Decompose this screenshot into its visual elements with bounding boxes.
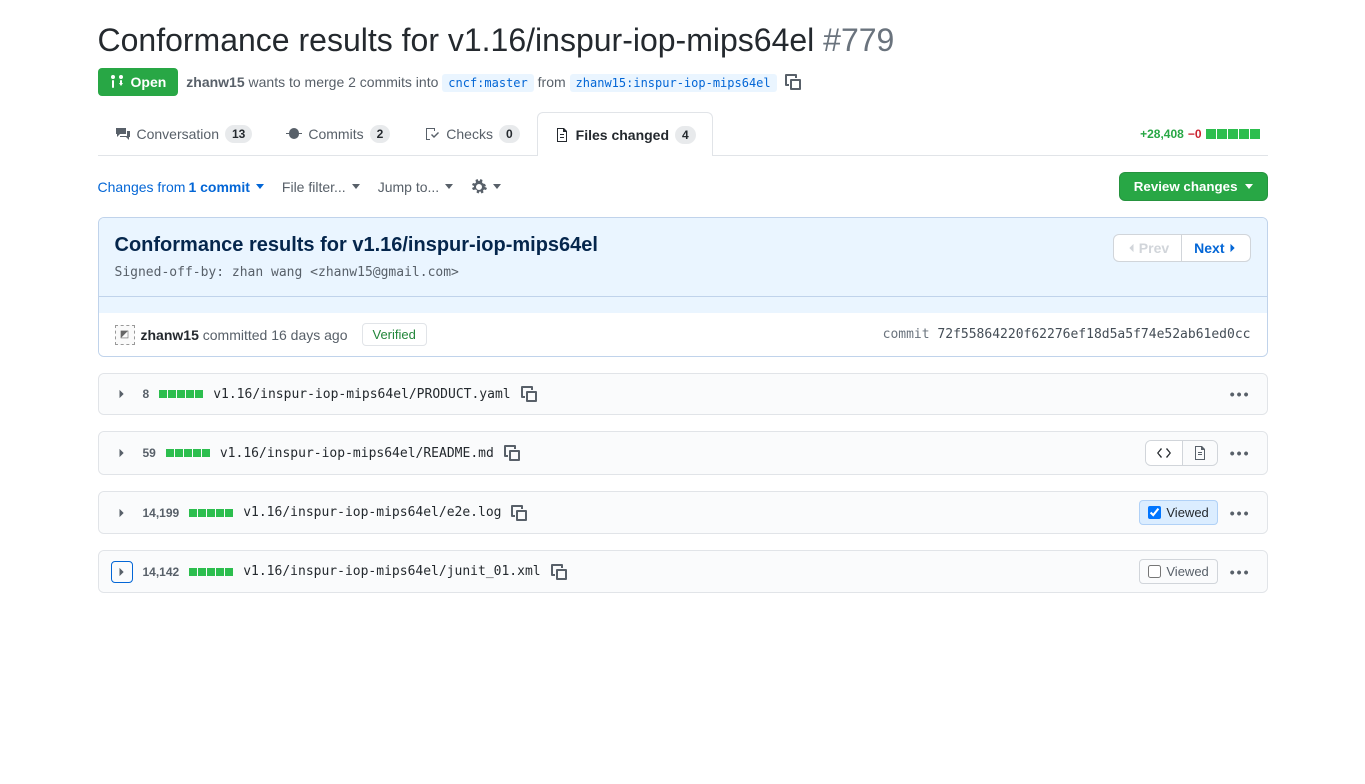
gear-icon xyxy=(471,179,487,195)
commit-body: Signed-off-by: zhan wang <zhanw15@gmail.… xyxy=(115,265,598,280)
viewed-toggle[interactable]: Viewed xyxy=(1139,559,1217,584)
pr-title-text: Conformance results for v1.16/inspur-iop… xyxy=(98,22,815,58)
avatar[interactable]: ◩ xyxy=(115,325,135,345)
copy-path-icon[interactable] xyxy=(551,564,567,580)
tab-files-changed[interactable]: Files changed 4 xyxy=(537,112,713,156)
pr-state-text: Open xyxy=(131,74,167,90)
file-path[interactable]: v1.16/inspur-iop-mips64el/PRODUCT.yaml xyxy=(213,387,510,402)
chevron-right-icon xyxy=(117,389,127,399)
file-actions-menu[interactable]: ••• xyxy=(1226,501,1255,525)
jump-to-dropdown[interactable]: Jump to... xyxy=(378,179,453,195)
deletions-count: −0 xyxy=(1188,127,1202,141)
file-actions-menu[interactable]: ••• xyxy=(1226,382,1255,406)
commit-nav: Prev Next xyxy=(1113,234,1251,262)
chevron-right-icon xyxy=(117,567,127,577)
copy-icon[interactable] xyxy=(785,74,801,90)
chevron-down-icon xyxy=(352,184,360,189)
commit-author-link[interactable]: zhanw15 xyxy=(141,327,199,343)
file-filter-dropdown[interactable]: File filter... xyxy=(282,179,360,195)
expand-file-button[interactable] xyxy=(111,561,133,583)
chevron-down-icon xyxy=(445,184,453,189)
commit-title: Conformance results for v1.16/inspur-iop… xyxy=(115,234,598,257)
file-box: 8 v1.16/inspur-iop-mips64el/PRODUCT.yaml •… xyxy=(98,373,1268,415)
pr-number: #779 xyxy=(823,22,894,58)
diff-blocks xyxy=(189,509,233,517)
file-icon xyxy=(1193,445,1207,461)
tab-checks[interactable]: Checks 0 xyxy=(407,112,536,155)
expand-file-button[interactable] xyxy=(111,502,133,524)
pr-title: Conformance results for v1.16/inspur-iop… xyxy=(98,20,1268,60)
head-branch[interactable]: zhanw15:inspur-iop-mips64el xyxy=(570,74,777,92)
chevron-right-icon xyxy=(117,448,127,458)
git-commit-icon xyxy=(286,126,302,142)
comment-discussion-icon xyxy=(115,126,131,142)
verified-badge[interactable]: Verified xyxy=(362,323,427,346)
changes-from-dropdown[interactable]: Changes from 1 commit xyxy=(98,179,264,195)
diff-stats: +28,408 −0 xyxy=(1140,127,1267,141)
expand-file-button[interactable] xyxy=(111,442,133,464)
diff-settings-dropdown[interactable] xyxy=(471,179,501,195)
chevron-right-icon xyxy=(1228,243,1238,253)
file-diff-icon xyxy=(554,127,570,143)
tab-conversation[interactable]: Conversation 13 xyxy=(98,112,270,155)
chevron-down-icon xyxy=(1245,184,1253,189)
pr-tabs: Conversation 13 Commits 2 Checks 0 Files… xyxy=(98,112,713,155)
file-change-count: 14,142 xyxy=(143,565,180,579)
file-path[interactable]: v1.16/inspur-iop-mips64el/junit_01.xml xyxy=(243,564,540,579)
viewed-checkbox[interactable] xyxy=(1148,506,1161,519)
chevron-down-icon xyxy=(493,184,501,189)
file-actions-menu[interactable]: ••• xyxy=(1226,441,1255,465)
viewed-checkbox[interactable] xyxy=(1148,565,1161,578)
viewed-toggle[interactable]: Viewed xyxy=(1139,500,1217,525)
copy-path-icon[interactable] xyxy=(511,505,527,521)
additions-count: +28,408 xyxy=(1140,127,1184,141)
diff-blocks xyxy=(159,390,203,398)
diff-blocks xyxy=(166,449,210,457)
diff-heat-blocks xyxy=(1206,129,1260,139)
display-mode-toggle xyxy=(1145,440,1218,466)
files-count: 4 xyxy=(675,126,696,144)
tab-commits[interactable]: Commits 2 xyxy=(269,112,407,155)
commit-author-line: zhanw15 committed 16 days ago xyxy=(141,327,348,343)
git-pull-request-icon xyxy=(110,74,126,90)
file-header: 14,199 v1.16/inspur-iop-mips64el/e2e.log V… xyxy=(99,492,1267,533)
code-icon xyxy=(1156,446,1172,460)
file-change-count: 8 xyxy=(143,387,150,401)
chevron-down-icon xyxy=(256,184,264,189)
file-box: 59 v1.16/inspur-iop-mips64el/README.md ••• xyxy=(98,431,1268,475)
file-box: 14,142 v1.16/inspur-iop-mips64el/junit_01… xyxy=(98,550,1268,593)
chevron-left-icon xyxy=(1126,243,1136,253)
commits-count: 2 xyxy=(370,125,391,143)
review-changes-button[interactable]: Review changes xyxy=(1119,172,1268,201)
copy-path-icon[interactable] xyxy=(504,445,520,461)
file-change-count: 59 xyxy=(143,446,156,460)
source-view-button[interactable] xyxy=(1146,441,1183,465)
conversation-count: 13 xyxy=(225,125,252,143)
checklist-icon xyxy=(424,126,440,142)
pr-meta: Open zhanw15 wants to merge 2 commits in… xyxy=(98,68,1268,96)
pr-merge-summary: zhanw15 wants to merge 2 commits into cn… xyxy=(186,74,776,90)
file-header: 14,142 v1.16/inspur-iop-mips64el/junit_01… xyxy=(99,551,1267,592)
file-actions-menu[interactable]: ••• xyxy=(1226,560,1255,584)
chevron-right-icon xyxy=(117,508,127,518)
file-path[interactable]: v1.16/inspur-iop-mips64el/e2e.log xyxy=(243,505,501,520)
commit-summary-box: Conformance results for v1.16/inspur-iop… xyxy=(98,217,1268,357)
diff-blocks xyxy=(189,568,233,576)
pr-state-badge: Open xyxy=(98,68,179,96)
commit-sha: commit 72f55864220f62276ef18d5a5f74e52ab… xyxy=(883,327,1251,342)
file-header: 8 v1.16/inspur-iop-mips64el/PRODUCT.yaml •… xyxy=(99,374,1267,414)
file-box: 14,199 v1.16/inspur-iop-mips64el/e2e.log V… xyxy=(98,491,1268,534)
file-path[interactable]: v1.16/inspur-iop-mips64el/README.md xyxy=(220,446,494,461)
rendered-view-button[interactable] xyxy=(1183,441,1217,465)
file-change-count: 14,199 xyxy=(143,506,180,520)
file-header: 59 v1.16/inspur-iop-mips64el/README.md ••• xyxy=(99,432,1267,474)
next-commit-button[interactable]: Next xyxy=(1181,234,1250,262)
checks-count: 0 xyxy=(499,125,520,143)
expand-file-button[interactable] xyxy=(111,383,133,405)
prev-commit-button: Prev xyxy=(1113,234,1182,262)
base-branch[interactable]: cncf:master xyxy=(442,74,533,92)
copy-path-icon[interactable] xyxy=(521,386,537,402)
pr-author-link[interactable]: zhanw15 xyxy=(186,74,244,90)
